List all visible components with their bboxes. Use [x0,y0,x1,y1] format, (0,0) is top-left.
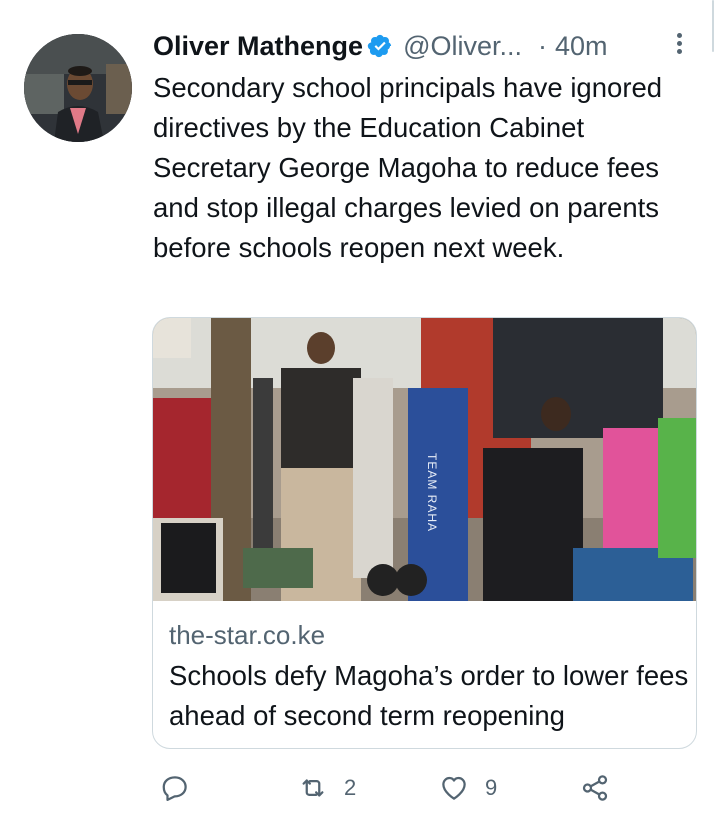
retweet-icon [302,779,324,797]
share-icon [582,775,608,801]
author-name[interactable]: Oliver Mathenge [153,31,363,62]
tweet-text: Secondary school principals have ignored… [153,72,663,263]
share-button[interactable] [580,768,610,808]
scrollbar-edge [712,0,714,52]
card-image-sign-text: TEAM RAHA [425,453,439,533]
retweet-button[interactable]: 2 [298,768,356,808]
timestamp[interactable]: 40m [555,31,608,62]
reply-icon [162,776,187,801]
verified-badge-icon [367,34,392,58]
avatar[interactable] [24,34,132,142]
retweet-count: 2 [344,775,357,800]
avatar-photo [24,34,132,142]
more-vertical-icon[interactable] [670,30,688,60]
separator-dot: · [538,30,547,61]
like-button[interactable]: 9 [439,768,497,808]
heart-icon [442,776,466,800]
like-count: 9 [485,775,498,800]
tweet-header: Oliver Mathenge @Oliver... · 40m [153,28,608,64]
card-image: TEAM RAHA [153,318,696,601]
tweet-actions: 2 9 [152,768,622,808]
top-edge [0,0,720,16]
reply-button[interactable] [160,768,206,808]
link-card[interactable]: TEAM RAHA the-star.co.ke Schools defy Ma… [152,317,697,749]
author-handle[interactable]: @Oliver... [403,31,522,62]
card-domain: the-star.co.ke [169,620,326,650]
card-title: Schools defy Magoha’s order to lower fee… [169,660,689,731]
